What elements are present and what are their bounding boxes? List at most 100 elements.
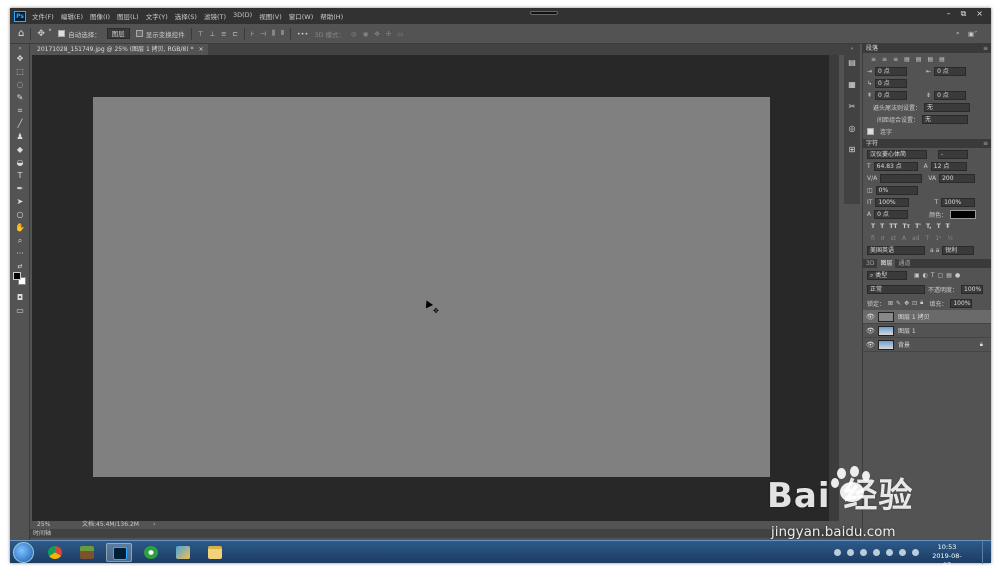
space-before-field[interactable]: 0 点	[875, 90, 908, 100]
more-tools-icon[interactable]: ···	[15, 249, 25, 259]
lock-all-icon[interactable]: 🔒︎	[920, 299, 923, 307]
close-button[interactable]: ×	[976, 9, 983, 19]
show-transform-checkbox[interactable]: 显示变换控件	[135, 28, 185, 40]
slide-3d-icon[interactable]: ✣	[386, 28, 391, 40]
layer-row[interactable]: 👁︎ 图层 1 拷贝	[863, 310, 991, 324]
move-tool-icon[interactable]: ✥	[15, 54, 25, 64]
menu-item-3[interactable]: 图层(L)	[117, 11, 139, 21]
indent-first-field[interactable]: 0 点	[875, 78, 908, 88]
fill-field[interactable]: 100%	[950, 298, 973, 308]
align-bottom-icon[interactable]: ≡	[221, 28, 226, 40]
text-tool-icon[interactable]: T	[15, 171, 25, 181]
ordinals-icon[interactable]: 1ˢ	[935, 235, 941, 242]
move-tool-preset-icon[interactable]: ✥ ˅	[37, 28, 52, 40]
blend-mode-select[interactable]: 正常	[867, 284, 925, 294]
tab-layers[interactable]: 图层	[877, 259, 896, 268]
menu-item-4[interactable]: 文字(Y)	[146, 11, 168, 21]
panel-menu-icon[interactable]: ≡	[983, 44, 988, 53]
crop-tool-icon[interactable]: ⌗	[15, 106, 25, 116]
restore-button[interactable]: ⧉	[961, 9, 967, 19]
layer-name[interactable]: 图层 1	[898, 326, 916, 335]
stamp-tool-icon[interactable]: ♟	[15, 132, 25, 142]
vertical-scale-field[interactable]: 100%	[875, 197, 910, 207]
faux-bold-icon[interactable]: T	[871, 223, 875, 230]
small-caps-icon[interactable]: Tт	[903, 223, 911, 230]
font-style-select[interactable]: -	[938, 149, 968, 159]
menu-item-5[interactable]: 选择(S)	[175, 11, 197, 21]
filter-adjust-icon[interactable]: ◐	[923, 272, 928, 279]
layer-filter-kind-select[interactable]: ⌕ 类型	[867, 270, 907, 280]
shape-tool-icon[interactable]: ○	[15, 210, 25, 220]
fraction-icon[interactable]: ½	[947, 235, 953, 242]
minimize-button[interactable]: –	[947, 9, 951, 19]
menu-item-10[interactable]: 帮助(H)	[320, 11, 343, 21]
lasso-tool-icon[interactable]: ◌	[15, 80, 25, 90]
anti-alias-select[interactable]: 锐利	[942, 245, 975, 255]
visibility-eye-icon[interactable]: 👁︎	[866, 313, 875, 321]
justify-last-center-icon[interactable]: ▤	[916, 56, 922, 63]
kinsoku-select[interactable]: 无	[924, 102, 971, 112]
vertical-scrollbar[interactable]	[829, 55, 839, 521]
horizontal-scale-field[interactable]: 100%	[941, 197, 976, 207]
auto-select-checkbox[interactable]: 自动选择：	[58, 28, 101, 40]
lock-image-icon[interactable]: ✎	[896, 300, 901, 307]
distribute-icon[interactable]: ⫼	[272, 28, 275, 40]
opacity-field[interactable]: 100%	[961, 284, 984, 294]
superscript-icon[interactable]: T'	[915, 223, 921, 230]
text-color-swatch[interactable]	[950, 209, 977, 219]
search-icon[interactable]: ⌕	[956, 28, 960, 40]
taskbar-photoshop[interactable]	[106, 543, 132, 562]
stylistic-icon[interactable]: A	[902, 235, 906, 242]
character-panel-header[interactable]: 字符 ≡	[863, 139, 991, 148]
character-styles-icon[interactable]: ⊞	[847, 145, 857, 154]
distribute-h-icon[interactable]: ⫴	[281, 28, 284, 40]
space-after-field[interactable]: 0 点	[934, 90, 967, 100]
eraser-tool-icon[interactable]: ◆	[15, 145, 25, 155]
panel-menu-icon[interactable]: ≡	[983, 139, 988, 148]
menu-item-1[interactable]: 编辑(E)	[61, 11, 83, 21]
font-family-select[interactable]: 汉仪菱心体简	[867, 149, 927, 159]
swap-colors-icon[interactable]: ⇄	[15, 262, 25, 272]
orbit-3d-icon[interactable]: ◎	[351, 28, 357, 40]
ligature-icon[interactable]: fi	[871, 235, 875, 242]
align-right-text-icon[interactable]: ≡	[893, 56, 898, 63]
layer-name[interactable]: 背景	[898, 340, 910, 349]
panel-collapse-icon[interactable]: »	[15, 44, 25, 54]
visibility-eye-icon[interactable]: 👁︎	[866, 341, 875, 349]
path-select-tool-icon[interactable]: ➤	[15, 197, 25, 207]
justify-last-left-icon[interactable]: ▤	[904, 56, 910, 63]
layer-row[interactable]: 👁︎ 图层 1	[863, 324, 991, 338]
strip-collapse-icon[interactable]: «	[847, 45, 857, 54]
ordinal-icon[interactable]: T	[926, 235, 930, 242]
quick-select-tool-icon[interactable]: ✎	[15, 93, 25, 103]
font-size-field[interactable]: 64.83 点	[873, 161, 918, 171]
tab-channels[interactable]: 通道	[895, 259, 913, 268]
lock-position-icon[interactable]: ✥	[904, 300, 909, 307]
justify-last-right-icon[interactable]: ▤	[927, 56, 933, 63]
align-center-text-icon[interactable]: ≡	[882, 56, 887, 63]
image-canvas[interactable]	[93, 97, 770, 477]
tsume-field[interactable]: 0%	[875, 185, 918, 195]
visibility-eye-icon[interactable]: 👁︎	[866, 327, 875, 335]
language-select[interactable]: 美国英语	[867, 245, 925, 255]
auto-select-target-select[interactable]: 图层	[106, 28, 130, 39]
tab-3d[interactable]: 3D	[863, 259, 877, 268]
pan-3d-icon[interactable]: ✥	[374, 28, 379, 40]
filter-shape-icon[interactable]: ▢	[938, 272, 944, 279]
marquee-tool-icon[interactable]: ⬚	[15, 67, 25, 77]
menu-item-9[interactable]: 窗口(W)	[289, 11, 314, 21]
tools-presets-icon[interactable]: ✂	[847, 102, 857, 111]
workspace-switcher-icon[interactable]: ▣˅	[968, 28, 977, 40]
indent-left-field[interactable]: 0 点	[875, 66, 908, 76]
subscript-icon[interactable]: T,	[926, 223, 932, 230]
align-left-icon[interactable]: ⊏	[233, 28, 238, 40]
home-icon[interactable]: ⌂	[18, 28, 24, 40]
lock-artboard-icon[interactable]: ⊡	[912, 300, 917, 307]
start-button[interactable]	[13, 542, 34, 563]
mojikumi-select[interactable]: 无	[922, 114, 969, 124]
taskbar-minecraft[interactable]	[74, 543, 100, 562]
status-expand-icon[interactable]: ›	[153, 521, 155, 529]
align-vcenter-icon[interactable]: ⊥	[209, 28, 215, 40]
menu-item-6[interactable]: 滤镜(T)	[204, 11, 226, 21]
layer-name[interactable]: 图层 1 拷贝	[898, 312, 930, 321]
